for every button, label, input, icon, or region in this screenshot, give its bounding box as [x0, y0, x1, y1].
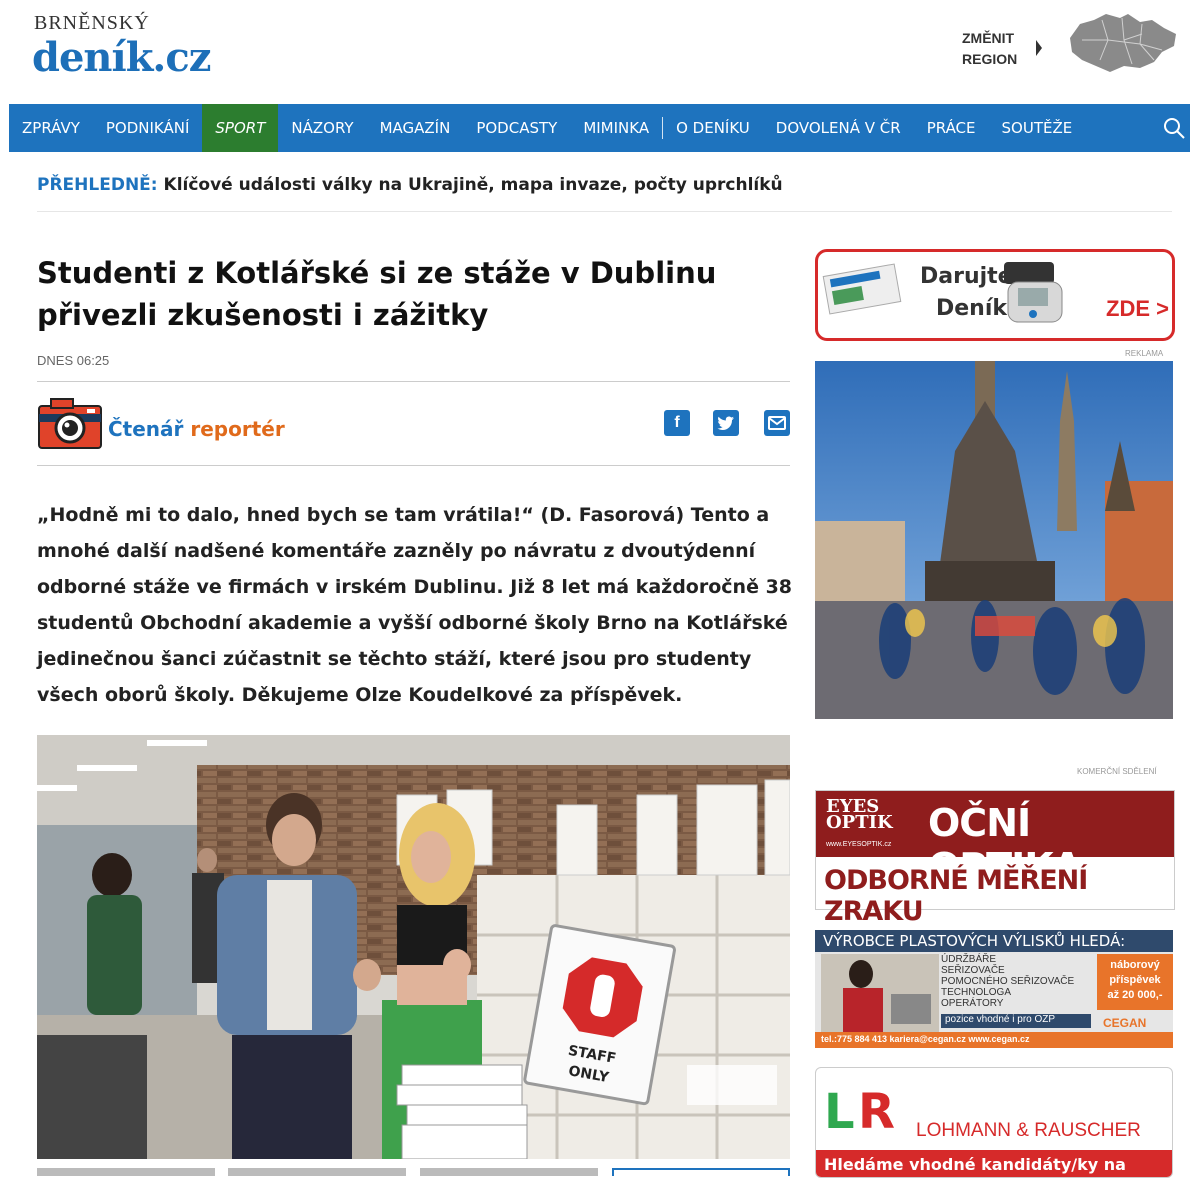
worker-photo	[821, 954, 939, 1032]
cegan-ad[interactable]: VÝROBCE PLASTOVÝCH VÝLISKŮ HLEDÁ: ÚDRŽBÁ…	[815, 930, 1173, 1048]
ad-label: KOMERČNÍ SDĚLENÍ	[1077, 767, 1157, 776]
lr-footer: Hledáme vhodné kandidáty/ky na pozice	[816, 1150, 1172, 1177]
olomouc-ad-image[interactable]	[815, 361, 1173, 719]
gallery-thumbnail[interactable]	[228, 1168, 406, 1176]
cegan-bonus: náborový příspěvek až 20 000,-	[1097, 954, 1173, 1010]
gallery-thumbnail[interactable]	[420, 1168, 598, 1176]
article-date: DNES 06:25	[37, 353, 110, 368]
svg-text:R: R	[858, 1084, 895, 1134]
lohmann-ad[interactable]: L R LOHMANN & RAUSCHER Hledáme vhodné ka…	[815, 1067, 1173, 1178]
donate-cta[interactable]: ZDE >	[1106, 296, 1169, 322]
reporter-label-a: Čtenář	[108, 417, 184, 441]
nav-item-dovolena[interactable]: DOVOLENÁ V ČR	[763, 104, 914, 152]
change-region-button[interactable]: ZMĚNIT REGION	[962, 28, 1017, 70]
blood-pressure-monitor-icon	[1004, 262, 1063, 323]
nav-item-souteze[interactable]: SOUTĚŽE	[989, 104, 1086, 152]
nav-item-miminka[interactable]: MIMINKA	[570, 104, 662, 152]
email-share-icon[interactable]	[764, 410, 790, 436]
article-perex: „Hodně mi to dalo, hned bych se tam vrát…	[37, 504, 793, 706]
nav-divider	[662, 117, 664, 139]
cegan-jobs: ÚDRŽBÁŘE SEŘIZOVAČE POMOCNÉHO SEŘIZOVAČE…	[941, 954, 1074, 1009]
lr-logo-icon: L R	[824, 1084, 895, 1134]
cegan-footer: tel.:775 884 413 kariera@cegan.cz www.ce…	[815, 1032, 1173, 1048]
nav-item-podcasty[interactable]: PODCASTY	[463, 104, 570, 152]
bonus-line: až 20 000,-	[1107, 989, 1163, 1001]
nav-item-nazory[interactable]: NÁZORY	[278, 104, 366, 152]
nav-item-podnikani[interactable]: PODNIKÁNÍ	[93, 104, 203, 152]
logo-region[interactable]: BRNĚNSKÝ	[34, 12, 150, 35]
optika-subtitle: ODBORNÉ MĚŘENÍ ZRAKU	[824, 865, 1088, 927]
logo[interactable]: deník.cz	[32, 34, 211, 81]
divider	[37, 211, 1172, 212]
optika-brand: EYES OPTIK	[826, 796, 893, 833]
donate-banner[interactable]: Darujte Deník ZDE >	[815, 249, 1175, 341]
gallery-thumbnail[interactable]	[37, 1168, 215, 1176]
gallery-more-button[interactable]	[612, 1168, 790, 1176]
breaking-text: Klíčové události války na Ukrajině, mapa…	[163, 175, 783, 195]
donate-line2: Deník	[936, 296, 1008, 321]
camera-icon[interactable]	[37, 396, 103, 450]
newspaper-icon	[822, 263, 902, 315]
facebook-share-icon[interactable]: f	[664, 410, 690, 436]
nav-item-zpravy[interactable]: ZPRÁVY	[9, 104, 93, 152]
nav-item-magazin[interactable]: MAGAZÍN	[367, 104, 464, 152]
optika-url: www.EYESOPTIK.cz	[826, 841, 892, 848]
reporter-label-b: reportér	[190, 417, 285, 441]
article-title: Studenti z Kotlářské si ze stáže v Dubli…	[37, 256, 717, 332]
job-item: ÚDRŽBÁŘE	[941, 954, 997, 965]
optika-ad[interactable]: EYES OPTIK www.EYESOPTIK.cz OČNÍ OPTIKA …	[815, 790, 1175, 927]
main-nav: ZPRÁVY PODNIKÁNÍ SPORT NÁZORY MAGAZÍN PO…	[9, 104, 1190, 152]
ad-label: REKLAMA	[1125, 349, 1164, 358]
bonus-line: náborový	[1110, 959, 1160, 971]
job-item: SEŘIZOVAČE	[941, 965, 1005, 976]
breaking-news-link[interactable]: PŘEHLEDNĚ: Klíčové události války na Ukr…	[37, 175, 783, 195]
czech-map-icon[interactable]	[1062, 10, 1178, 78]
nav-item-o-deniku[interactable]: O DENÍKU	[663, 104, 763, 152]
svg-text:L: L	[824, 1084, 855, 1134]
bonus-line: příspěvek	[1109, 974, 1161, 986]
job-item: TECHNOLOGA	[941, 987, 1012, 998]
nav-item-sport[interactable]: SPORT	[202, 104, 279, 152]
article-photo[interactable]: STAFF ONLY	[37, 735, 790, 1159]
divider	[37, 465, 790, 466]
reader-reporter-link[interactable]: Čtenář reportér	[108, 417, 285, 441]
lr-brand: LOHMANN & RAUSCHER	[916, 1120, 1141, 1141]
cegan-logo: CEGAN	[1103, 1016, 1147, 1030]
breaking-label: PŘEHLEDNĚ:	[37, 175, 158, 195]
job-item: POMOCNÉHO SEŘIZOVAČE	[941, 976, 1075, 987]
search-icon[interactable]	[1162, 116, 1186, 140]
divider	[37, 381, 790, 382]
cegan-heading: VÝROBCE PLASTOVÝCH VÝLISKŮ HLEDÁ:	[823, 932, 1126, 950]
job-item: OPERÁTORY	[941, 998, 1004, 1009]
nav-item-prace[interactable]: PRÁCE	[914, 104, 989, 152]
caret-right-icon[interactable]	[1036, 40, 1042, 56]
twitter-share-icon[interactable]	[713, 410, 739, 436]
cegan-note: pozice vhodné i pro OZP	[941, 1014, 1091, 1028]
